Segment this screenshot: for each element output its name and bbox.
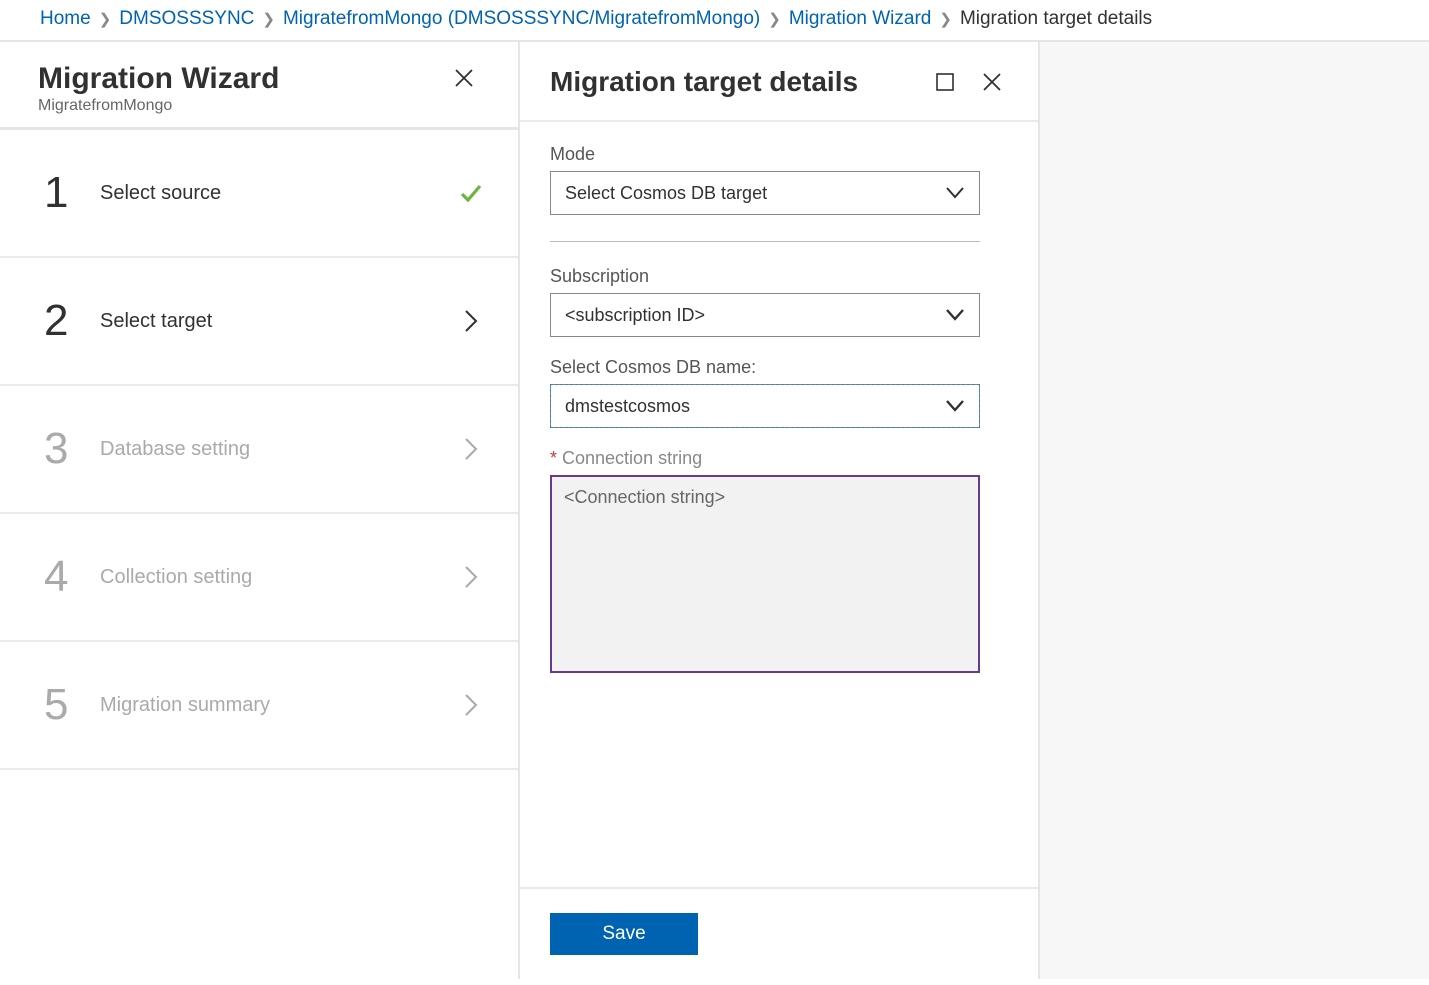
expand-button[interactable] xyxy=(930,67,960,97)
wizard-step-database-setting: 3 Database setting xyxy=(0,386,518,514)
details-title: Migration target details xyxy=(550,66,930,98)
checkmark-icon xyxy=(458,180,484,206)
step-number: 5 xyxy=(44,680,100,730)
chevron-right-icon: ❯ xyxy=(99,10,112,28)
save-button[interactable]: Save xyxy=(550,913,698,955)
chevron-right-icon: ❯ xyxy=(262,10,275,28)
close-icon xyxy=(982,72,1002,92)
step-label: Database setting xyxy=(100,438,454,461)
wizard-step-migration-summary: 5 Migration summary xyxy=(0,642,518,770)
subscription-select[interactable]: <subscription ID> xyxy=(550,293,980,337)
mode-select-value: Select Cosmos DB target xyxy=(565,183,767,204)
connection-string-label: Connection string xyxy=(550,448,1008,469)
chevron-right-icon xyxy=(462,691,480,719)
chevron-right-icon: ❯ xyxy=(939,10,952,28)
chevron-right-icon: ❯ xyxy=(768,10,781,28)
breadcrumb: Home ❯ DMSOSSSYNC ❯ MigratefromMongo (DM… xyxy=(0,0,1429,42)
chevron-right-icon xyxy=(462,435,480,463)
wizard-title: Migration Wizard xyxy=(38,62,448,95)
divider xyxy=(550,241,980,242)
close-details-button[interactable] xyxy=(976,66,1008,98)
breadcrumb-project[interactable]: MigratefromMongo (DMSOSSSYNC/Migratefrom… xyxy=(283,8,760,30)
close-wizard-button[interactable] xyxy=(448,62,480,94)
square-icon xyxy=(936,73,954,91)
chevron-down-icon xyxy=(945,308,965,322)
details-panel: Migration target details Mode Select Cos… xyxy=(520,42,1040,979)
step-label: Select source xyxy=(100,182,454,205)
breadcrumb-home[interactable]: Home xyxy=(40,8,91,30)
connection-string-input[interactable] xyxy=(550,475,980,673)
chevron-right-icon xyxy=(462,563,480,591)
step-label: Migration summary xyxy=(100,694,454,717)
subscription-select-value: <subscription ID> xyxy=(565,305,705,326)
step-number: 3 xyxy=(44,424,100,474)
chevron-down-icon xyxy=(945,186,965,200)
wizard-step-select-source[interactable]: 1 Select source xyxy=(0,130,518,258)
wizard-subtitle: MigratefromMongo xyxy=(38,97,448,115)
step-label: Collection setting xyxy=(100,566,454,589)
step-number: 2 xyxy=(44,296,100,346)
breadcrumb-wizard[interactable]: Migration Wizard xyxy=(789,8,932,30)
wizard-steps: 1 Select source 2 Select target 3 Databa… xyxy=(0,130,518,979)
wizard-step-collection-setting: 4 Collection setting xyxy=(0,514,518,642)
breadcrumb-current: Migration target details xyxy=(960,8,1152,30)
wizard-step-select-target[interactable]: 2 Select target xyxy=(0,258,518,386)
close-icon xyxy=(454,68,474,88)
chevron-down-icon xyxy=(945,399,965,413)
mode-select[interactable]: Select Cosmos DB target xyxy=(550,171,980,215)
step-number: 1 xyxy=(44,168,100,218)
wizard-panel: Migration Wizard MigratefromMongo 1 Sele… xyxy=(0,42,520,979)
background-area xyxy=(1040,42,1429,979)
cosmos-db-name-select[interactable]: dmstestcosmos xyxy=(550,384,980,428)
mode-label: Mode xyxy=(550,144,1008,165)
subscription-label: Subscription xyxy=(550,266,1008,287)
step-label: Select target xyxy=(100,310,454,333)
cosmos-db-name-label: Select Cosmos DB name: xyxy=(550,357,1008,378)
chevron-right-icon xyxy=(462,307,480,335)
step-number: 4 xyxy=(44,552,100,602)
breadcrumb-service[interactable]: DMSOSSSYNC xyxy=(119,8,254,30)
cosmos-db-name-value: dmstestcosmos xyxy=(565,396,690,417)
